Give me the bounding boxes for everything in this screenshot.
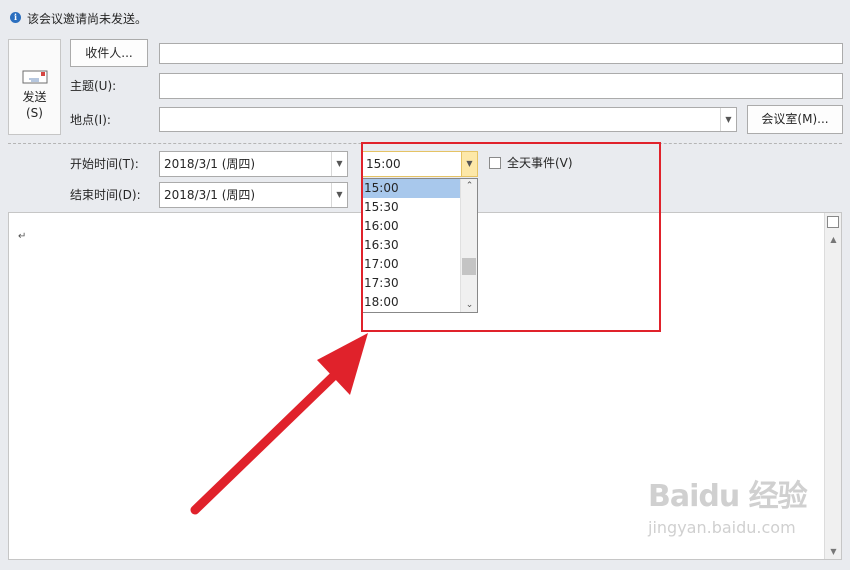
- recipients-field[interactable]: [159, 43, 843, 64]
- paragraph-mark: ↵: [18, 231, 27, 242]
- send-button-shortcut: (S): [26, 106, 43, 120]
- location-label: 地点(I):: [70, 113, 111, 127]
- send-button[interactable]: 发送 (S): [8, 39, 61, 135]
- subject-label: 主题(U):: [70, 79, 117, 93]
- info-message: 该会议邀请尚未发送。: [27, 12, 148, 26]
- start-date-value: 2018/3/1 (周四): [164, 157, 256, 171]
- time-option[interactable]: 17:00: [362, 255, 461, 274]
- chevron-down-icon[interactable]: ▼: [331, 152, 347, 176]
- time-option[interactable]: 16:30: [362, 236, 461, 255]
- all-day-label: 全天事件(V): [507, 156, 573, 170]
- end-date-value: 2018/3/1 (周四): [164, 188, 256, 202]
- room-finder-button-label: 会议室(M)...: [761, 112, 829, 126]
- scroll-down-icon[interactable]: ⌄: [461, 300, 478, 310]
- chevron-down-icon[interactable]: ▼: [331, 183, 347, 207]
- watermark-logo: Baidu 经验: [648, 479, 808, 514]
- time-option[interactable]: 17:30: [362, 274, 461, 293]
- annotation-arrow-icon: [190, 333, 368, 515]
- time-dropdown-list[interactable]: 15:00 15:30 16:00 16:30 17:00 17:30 18:00 ⌃ ⌄: [361, 178, 478, 313]
- recipients-button-label: 收件人...: [85, 46, 133, 60]
- recipients-button[interactable]: 收件人...: [70, 39, 148, 67]
- separator: [8, 143, 842, 144]
- end-date-combo[interactable]: 2018/3/1 (周四) ▼: [159, 182, 348, 208]
- time-option[interactable]: 15:30: [362, 198, 461, 217]
- ruler-toggle-icon[interactable]: [827, 216, 839, 228]
- scroll-thumb[interactable]: [462, 258, 476, 275]
- all-day-checkbox[interactable]: [489, 157, 501, 169]
- watermark-url: jingyan.baidu.com: [648, 518, 796, 537]
- chevron-down-icon[interactable]: ▼: [461, 152, 477, 176]
- time-option[interactable]: 15:00: [362, 179, 461, 198]
- editor-scrollbar[interactable]: ▲ ▼: [824, 213, 841, 559]
- start-date-combo[interactable]: 2018/3/1 (周四) ▼: [159, 151, 348, 177]
- end-time-label: 结束时间(D):: [70, 188, 141, 202]
- scroll-down-icon[interactable]: ▼: [825, 547, 842, 556]
- room-finder-button[interactable]: 会议室(M)...: [747, 105, 843, 134]
- send-button-label: 发送: [22, 90, 47, 104]
- time-list-scrollbar[interactable]: ⌃ ⌄: [460, 179, 477, 312]
- scroll-up-icon[interactable]: ▲: [825, 235, 842, 244]
- time-option[interactable]: 18:00: [362, 293, 461, 312]
- scroll-up-icon[interactable]: ⌃: [461, 181, 478, 191]
- location-combo[interactable]: ▼: [159, 107, 737, 132]
- start-time-label: 开始时间(T):: [70, 157, 139, 171]
- info-icon: i: [10, 12, 21, 23]
- start-time-combo[interactable]: 15:00 ▼: [361, 151, 478, 177]
- chevron-down-icon[interactable]: ▼: [720, 108, 736, 131]
- envelope-icon: [22, 70, 47, 84]
- baidu-watermark: Baidu 经验 jingyan.baidu.com: [648, 478, 808, 553]
- subject-field[interactable]: [159, 73, 843, 99]
- start-time-value: 15:00: [366, 157, 401, 171]
- time-option[interactable]: 16:00: [362, 217, 461, 236]
